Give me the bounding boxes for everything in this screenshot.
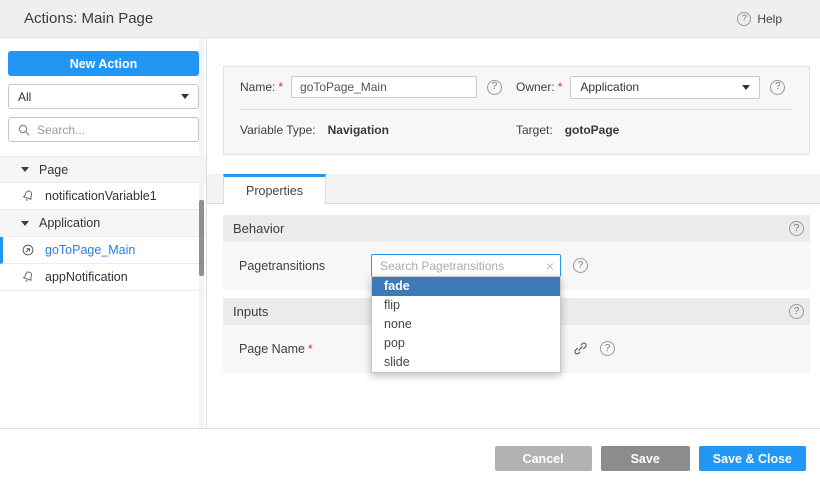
action-summary-card: Name:* ? Owner:* Application ? — [223, 66, 810, 155]
dropdown-option-pop[interactable]: pop — [372, 334, 560, 353]
collapse-triangle-icon — [21, 221, 29, 226]
actions-editor-window: Actions: Main Page ? Help New Action All — [0, 0, 820, 488]
sidebar-search-input[interactable] — [37, 123, 190, 137]
bell-icon — [19, 187, 37, 205]
required-asterisk: * — [558, 80, 563, 94]
tab-strip: Properties — [207, 174, 820, 204]
name-input[interactable] — [291, 76, 477, 98]
footer: Cancel Save Save & Close — [0, 428, 820, 488]
name-help-icon[interactable]: ? — [487, 80, 502, 95]
action-tree: Page notificationVariable1 Application — [0, 156, 206, 291]
help-icon: ? — [737, 12, 751, 26]
tree-group-page[interactable]: Page — [0, 156, 206, 183]
inputs-section-title: Inputs — [233, 304, 268, 319]
clear-icon[interactable]: × — [546, 259, 554, 273]
sidebar: New Action All Page — [0, 38, 207, 428]
main-panel: Name:* ? Owner:* Application ? — [207, 38, 820, 428]
name-label: Name:* — [240, 80, 283, 94]
chevron-down-icon — [742, 85, 750, 90]
tree-group-label: Application — [39, 216, 100, 230]
pagetransitions-search-input[interactable] — [380, 259, 546, 273]
page-name-label: Page Name* — [239, 342, 371, 356]
dropdown-option-flip[interactable]: flip — [372, 296, 560, 315]
dropdown-option-fade[interactable]: fade — [372, 277, 560, 296]
pagetransitions-label: Pagetransitions — [239, 259, 371, 273]
owner-label: Owner:* — [516, 80, 562, 94]
filter-select-value: All — [18, 90, 31, 104]
tab-properties[interactable]: Properties — [223, 174, 326, 204]
help-link[interactable]: ? Help — [737, 12, 782, 26]
dropdown-option-slide[interactable]: slide — [372, 353, 560, 372]
sidebar-searchbox[interactable] — [8, 117, 199, 142]
owner-help-icon[interactable]: ? — [770, 80, 785, 95]
owner-select-value: Application — [580, 80, 639, 94]
new-action-button[interactable]: New Action — [8, 51, 199, 76]
save-close-button[interactable]: Save & Close — [699, 446, 806, 471]
page-title: Actions: Main Page — [24, 10, 153, 27]
header: Actions: Main Page ? Help — [0, 0, 820, 38]
pagetransitions-dropdown: fade flip none pop slide — [371, 276, 561, 373]
help-label: Help — [757, 12, 782, 26]
inputs-help-icon[interactable]: ? — [789, 304, 804, 319]
chevron-down-icon — [181, 94, 189, 99]
link-icon[interactable] — [573, 341, 588, 356]
behavior-section-title: Behavior — [233, 221, 284, 236]
variable-type-value: Navigation — [328, 123, 389, 137]
target-value: gotoPage — [565, 123, 620, 137]
card-divider — [240, 109, 793, 110]
owner-select[interactable]: Application — [570, 76, 760, 99]
collapse-triangle-icon — [21, 167, 29, 172]
target-label: Target: — [516, 123, 553, 137]
tree-group-application[interactable]: Application — [0, 210, 206, 237]
sidebar-scrollbar-thumb[interactable] — [199, 200, 204, 276]
tree-item-label: goToPage_Main — [45, 243, 135, 257]
tree-item-label: notificationVariable1 — [45, 189, 157, 203]
required-asterisk: * — [308, 342, 313, 356]
pagetransitions-help-icon[interactable]: ? — [573, 258, 588, 273]
behavior-help-icon[interactable]: ? — [789, 221, 804, 236]
tree-item-gotopage-main[interactable]: goToPage_Main — [0, 237, 206, 264]
tree-item-appnotification[interactable]: appNotification — [0, 264, 206, 291]
search-icon — [17, 123, 31, 137]
tree-item-label: appNotification — [45, 270, 128, 284]
page-name-help-icon[interactable]: ? — [600, 341, 615, 356]
variable-type-label: Variable Type: — [240, 123, 316, 137]
filter-select[interactable]: All — [8, 84, 199, 109]
pagetransitions-searchbox[interactable]: × — [371, 254, 561, 277]
bell-icon — [19, 268, 37, 286]
body: New Action All Page — [0, 38, 820, 428]
tree-item-notificationvariable1[interactable]: notificationVariable1 — [0, 183, 206, 210]
dropdown-option-none[interactable]: none — [372, 315, 560, 334]
required-asterisk: * — [278, 80, 283, 94]
navigate-icon — [21, 243, 35, 257]
cancel-button[interactable]: Cancel — [495, 446, 592, 471]
save-button[interactable]: Save — [601, 446, 690, 471]
tree-group-label: Page — [39, 163, 68, 177]
